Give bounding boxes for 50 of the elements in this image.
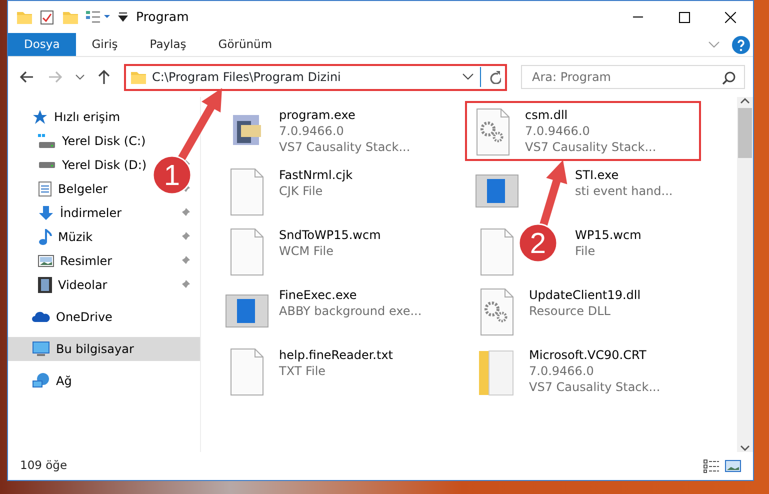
file-detail: CJK File	[279, 183, 324, 199]
sidebar-item[interactable]: Müzik	[8, 225, 200, 249]
file-item[interactable]: Microsoft.VC90.CRT 7.0.9466.0 VS7 Causality Stack...	[469, 341, 719, 401]
sidebar-item[interactable]: Yerel Disk (C:)	[8, 129, 200, 153]
step-number: 1	[164, 160, 180, 192]
file-detail: sti event hand...	[575, 183, 673, 199]
file-name: SndToWP15.wcm	[279, 227, 381, 243]
file-name: UpdateClient19.dll	[529, 287, 641, 303]
address-path: C:\Program Files\Program Dizini	[152, 69, 342, 86]
sidebar-item[interactable]: Ağ	[8, 369, 200, 393]
file-item[interactable]: FineExec.exe ABBY background exe...	[219, 281, 469, 341]
file-item[interactable]: csm.dll 7.0.9466.0 VS7 Causality Stack...	[465, 101, 701, 161]
file-name: FastNrml.cjk	[279, 167, 353, 183]
ribbon-tab[interactable]: Dosya	[8, 33, 76, 56]
sidebar-item[interactable]: Resimler	[8, 249, 200, 273]
file-detail: TXT File	[279, 363, 327, 379]
file-item[interactable]: UpdateClient19.dll Resource DLL	[469, 281, 719, 341]
file-item[interactable]: SndToWP15.wcm WCM File	[219, 221, 469, 281]
file-name: WP15.wcm	[575, 227, 642, 243]
file-name: STI.exe	[575, 167, 620, 183]
address-bar[interactable]: C:\Program Files\Program Dizini	[124, 64, 507, 90]
file-detail: WCM File	[279, 243, 334, 259]
ribbon-tab[interactable]: Paylaş	[134, 33, 202, 56]
file-detail: File	[575, 243, 596, 259]
file-item[interactable]: help.fineReader.txt TXT File	[219, 341, 469, 401]
file-detail: Resource DLL	[529, 303, 612, 319]
file-detail: 7.0.9466.0	[279, 123, 345, 139]
file-name: Microsoft.VC90.CRT	[529, 347, 648, 363]
file-detail: 7.0.9466.0	[525, 123, 591, 139]
sidebar-item[interactable]: OneDrive	[8, 305, 200, 329]
ribbon-tab[interactable]: Giriş	[76, 33, 134, 56]
file-detail: VS7 Causality Stack...	[279, 139, 410, 155]
file-name: FineExec.exe	[279, 287, 358, 303]
file-name: help.fineReader.txt	[279, 347, 393, 363]
file-name: program.exe	[279, 107, 356, 123]
file-detail: VS7 Causality Stack...	[525, 139, 656, 155]
search-field[interactable]: Ara: Program	[521, 65, 745, 89]
window-title: Program	[136, 8, 189, 26]
sidebar-item[interactable]: Hızlı erişim	[8, 105, 200, 129]
file-name: csm.dll	[525, 107, 569, 123]
file-detail: ABBY background exe...	[279, 303, 422, 319]
sidebar-item[interactable]: Bu bilgisayar	[8, 337, 200, 361]
sidebar-item[interactable]: İndirmeler	[8, 201, 200, 225]
sidebar-item[interactable]: Videolar	[8, 273, 200, 297]
file-detail: VS7 Causality Stack...	[529, 379, 660, 395]
file-item[interactable]: FastNrml.cjk CJK File	[219, 161, 469, 221]
file-detail: 7.0.9466.0	[529, 363, 595, 379]
ribbon-tab[interactable]: Görünüm	[202, 33, 288, 56]
item-count: 109 öğe	[20, 457, 68, 474]
step-number: 2	[530, 228, 546, 260]
